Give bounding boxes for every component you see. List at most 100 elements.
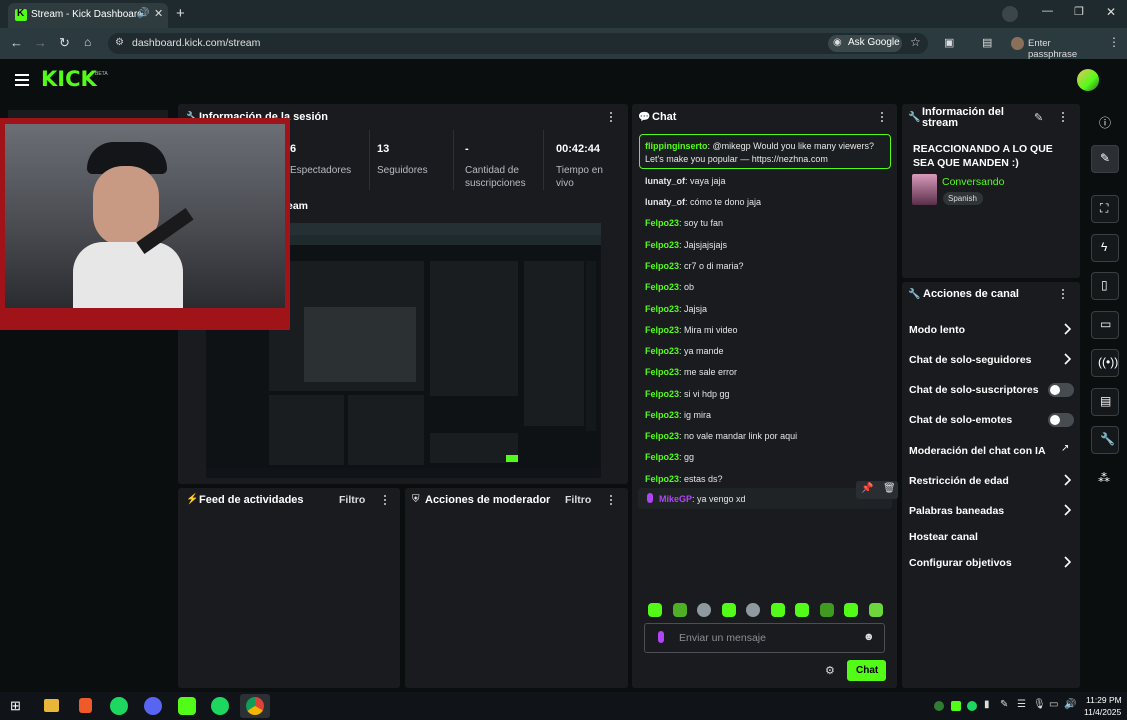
hamburger-menu-icon[interactable] bbox=[15, 74, 29, 86]
emotes-only-label: Chat de solo-emotes bbox=[909, 414, 1013, 426]
chat-message: Felpo23: si vi hdp gg bbox=[645, 389, 730, 399]
activity-menu-icon[interactable] bbox=[384, 495, 387, 506]
tab-close-icon[interactable]: ✕ bbox=[154, 7, 163, 20]
edit-icon[interactable]: ✎ bbox=[1034, 111, 1043, 124]
emote-icon[interactable] bbox=[844, 603, 858, 617]
document-icon: ▯ bbox=[1101, 278, 1108, 292]
fullscreen-icon: ⛶ bbox=[1100, 201, 1109, 215]
kick-app-icon[interactable] bbox=[178, 697, 196, 715]
category-name[interactable]: Conversando bbox=[942, 176, 1004, 188]
session-menu-icon[interactable] bbox=[610, 112, 613, 123]
expand-rail-button[interactable]: ⛶ bbox=[1091, 195, 1119, 223]
chat-message: Felpo23: no vale mandar link por aqui bbox=[645, 431, 798, 441]
close-window-icon[interactable]: ✕ bbox=[1106, 5, 1116, 19]
chat-settings-icon[interactable]: ⚙ bbox=[825, 664, 835, 677]
cast-icon[interactable]: ▤ bbox=[982, 36, 992, 49]
tray-display-icon[interactable]: ▭ bbox=[1049, 699, 1058, 710]
send-chat-button[interactable]: Chat bbox=[847, 660, 886, 681]
tray-pen-icon[interactable]: ✎ bbox=[1000, 699, 1008, 710]
browser-tab[interactable]: K Stream - Kick Dashboard 🔊 ✕ bbox=[8, 3, 168, 28]
chat-message-hover[interactable]: MikeGP: ya vengo xd bbox=[638, 488, 892, 509]
edit-rail-button[interactable]: ✎ bbox=[1091, 145, 1119, 173]
home-icon[interactable]: ⌂ bbox=[84, 35, 91, 49]
taskbar-date[interactable]: 11/4/2025 bbox=[1084, 707, 1121, 717]
add-widget-icon[interactable]: ⁂ bbox=[1098, 471, 1110, 485]
emote-icon[interactable] bbox=[697, 603, 711, 617]
bookmark-star-icon[interactable]: ☆ bbox=[910, 35, 921, 49]
emote-icon[interactable] bbox=[869, 603, 883, 617]
message-actions: 📌 🗑 bbox=[856, 481, 898, 499]
tray-spotify-icon[interactable] bbox=[967, 701, 977, 711]
tools-rail-button[interactable]: 🔧 bbox=[1091, 426, 1119, 454]
url-field[interactable]: ⚙ dashboard.kick.com/stream ◉ Ask Google… bbox=[108, 33, 928, 54]
chat-message: Felpo23: cr7 o di maria? bbox=[645, 261, 744, 271]
ask-google-button[interactable]: ◉ Ask Google bbox=[828, 35, 902, 52]
reload-icon[interactable]: ↻ bbox=[59, 35, 70, 51]
file-explorer-icon[interactable] bbox=[44, 699, 59, 712]
channel-actions-menu-icon[interactable] bbox=[1062, 289, 1065, 300]
info-icon[interactable]: ⓘ bbox=[1099, 114, 1111, 131]
tray-icon[interactable] bbox=[934, 701, 944, 711]
document-rail-button[interactable]: ▯ bbox=[1091, 272, 1119, 300]
pinned-message[interactable]: flippinginserto: @mikegp Would you like … bbox=[639, 134, 891, 169]
host-channel-button[interactable]: Hostear canal bbox=[909, 531, 978, 543]
moderator-title: Acciones de moderador bbox=[425, 494, 551, 506]
pin-icon[interactable]: 📌 bbox=[861, 483, 873, 494]
maximize-icon[interactable]: ❐ bbox=[1074, 5, 1084, 18]
back-icon[interactable]: ← bbox=[10, 35, 23, 50]
profile-avatar bbox=[1011, 37, 1024, 50]
emote-icon[interactable] bbox=[648, 603, 662, 617]
broadcast-rail-button[interactable]: ((•)) bbox=[1091, 349, 1119, 377]
chevron-right-icon bbox=[1064, 353, 1071, 365]
forward-icon[interactable]: → bbox=[34, 35, 47, 50]
tray-usb-icon[interactable]: ▮ bbox=[984, 699, 990, 710]
chat-message: Felpo23: Jajsjajsjajs bbox=[645, 240, 728, 250]
emotes-only-toggle[interactable] bbox=[1048, 413, 1074, 427]
tray-mic-icon[interactable]: 🎙 bbox=[1033, 699, 1046, 710]
chat-menu-icon[interactable] bbox=[881, 112, 884, 123]
minimize-icon[interactable]: — bbox=[1042, 5, 1053, 17]
discord-icon[interactable] bbox=[144, 697, 162, 715]
chat-rail-button[interactable]: ▭ bbox=[1091, 311, 1119, 339]
browser-menu-icon[interactable]: ⋮ bbox=[1108, 35, 1120, 49]
emote-icon[interactable] bbox=[673, 603, 687, 617]
moderator-filter-button[interactable]: Filtro bbox=[565, 494, 591, 506]
site-info-icon[interactable]: ⚙ bbox=[115, 37, 124, 48]
activity-filter-button[interactable]: Filtro bbox=[339, 494, 365, 506]
tray-network-icon[interactable]: ☰ bbox=[1017, 699, 1026, 710]
sidepanel-icon[interactable]: ▣ bbox=[944, 36, 954, 49]
emote-icon[interactable] bbox=[746, 603, 760, 617]
tray-volume-icon[interactable]: 🔊 bbox=[1064, 699, 1076, 710]
stream-info-menu-icon[interactable] bbox=[1062, 112, 1065, 123]
beta-badge: BETA bbox=[95, 71, 108, 77]
emote-icon[interactable] bbox=[722, 603, 736, 617]
pinned-user[interactable]: flippinginserto bbox=[645, 141, 708, 151]
user-avatar[interactable] bbox=[1077, 69, 1099, 91]
chat-input[interactable]: Enviar un mensaje ☻ bbox=[644, 623, 885, 653]
brave-icon[interactable] bbox=[79, 698, 92, 713]
delete-icon[interactable]: 🗑 bbox=[883, 483, 896, 494]
chat-message: Felpo23: soy tu fan bbox=[645, 218, 724, 228]
emoji-icon[interactable]: ☻ bbox=[863, 631, 875, 643]
emote-icon[interactable] bbox=[771, 603, 785, 617]
spotify-icon[interactable] bbox=[110, 697, 128, 715]
taskbar-time[interactable]: 11:29 PM bbox=[1086, 695, 1122, 705]
layout-rail-button[interactable]: ▤ bbox=[1091, 388, 1119, 416]
kick-logo[interactable]: KICK bbox=[41, 67, 97, 91]
emote-icon[interactable] bbox=[795, 603, 809, 617]
tray-kick-icon[interactable] bbox=[951, 701, 961, 711]
profile-button[interactable]: Enter passphrase bbox=[1008, 34, 1096, 60]
bolt-rail-button[interactable]: ϟ bbox=[1091, 234, 1119, 262]
url-text: dashboard.kick.com/stream bbox=[132, 37, 261, 49]
windows-start-icon[interactable]: ⊞ bbox=[10, 698, 21, 714]
emote-icon[interactable] bbox=[820, 603, 834, 617]
moderator-menu-icon[interactable] bbox=[610, 495, 613, 506]
chat-message: Felpo23: ya mande bbox=[645, 346, 724, 356]
new-tab-icon[interactable]: + bbox=[176, 5, 185, 22]
extensions-icon[interactable] bbox=[1002, 6, 1018, 22]
tab-audio-icon[interactable]: 🔊 bbox=[137, 8, 149, 19]
spotify-icon[interactable] bbox=[211, 697, 229, 715]
moderator-panel bbox=[405, 488, 628, 688]
chrome-taskbar-active[interactable] bbox=[240, 694, 270, 718]
subs-only-toggle[interactable] bbox=[1048, 383, 1074, 397]
